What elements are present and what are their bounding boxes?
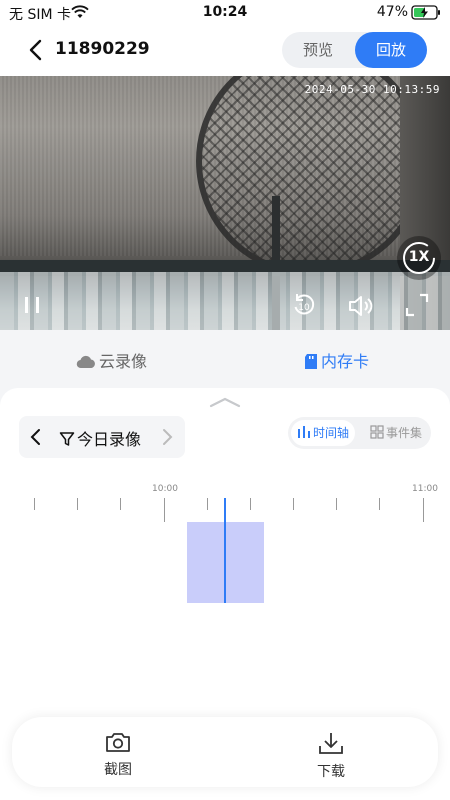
pause-icon[interactable]: [22, 296, 42, 314]
video-player[interactable]: 2024-05-30 10:13:59 1X 10: [0, 76, 450, 330]
timeline-icon: [298, 426, 310, 438]
events-view-tab[interactable]: 事件集: [364, 420, 428, 446]
video-frame-window: [0, 272, 450, 330]
cloud-recording-tab[interactable]: 云录像: [76, 348, 147, 372]
filter-button[interactable]: 今日录像: [59, 426, 141, 450]
filter-label: 今日录像: [77, 430, 142, 449]
previous-day-icon[interactable]: [29, 427, 43, 447]
chevron-up-icon[interactable]: [209, 396, 241, 408]
preview-tab[interactable]: 预览: [282, 32, 354, 68]
next-day-icon[interactable]: [160, 427, 174, 447]
cloud-recording-label: 云录像: [99, 352, 148, 371]
rewind-10-icon[interactable]: 10: [291, 292, 317, 318]
timeline[interactable]: 10:00 11:00: [0, 478, 450, 608]
download-icon: [319, 733, 343, 754]
sd-card-tab[interactable]: 内存卡: [304, 348, 369, 372]
timeline-tick: [423, 498, 424, 522]
battery-charging-icon: [411, 5, 440, 20]
rewind-seconds-label: 10: [298, 303, 310, 313]
date-filter: 今日录像: [19, 416, 185, 458]
video-timestamp: 2024-05-30 10:13:59: [304, 83, 440, 96]
view-mode-toggle: 时间轴 事件集: [288, 417, 431, 449]
volume-icon[interactable]: [347, 294, 375, 318]
timeline-tick: [164, 498, 165, 522]
action-bar: 截图 下载: [12, 717, 438, 787]
timeline-tick: [336, 498, 337, 510]
sd-card-icon: [305, 354, 317, 369]
playhead[interactable]: [224, 498, 226, 603]
snapshot-label: 截图: [104, 762, 132, 778]
fullscreen-icon[interactable]: [404, 292, 430, 318]
events-view-label: 事件集: [386, 426, 423, 440]
timeline-tick: [34, 498, 35, 510]
timeline-label: 11:00: [412, 484, 438, 494]
status-bar: 无 SIM 卡 10:24 47%: [0, 0, 450, 26]
download-label: 下载: [317, 764, 345, 780]
timeline-view-tab[interactable]: 时间轴: [291, 420, 356, 446]
playback-speed-button[interactable]: 1X: [397, 236, 441, 280]
device-title: 11890229: [55, 39, 150, 59]
back-icon[interactable]: [24, 36, 50, 64]
mode-switch: 预览 回放: [282, 32, 427, 68]
playback-speed-label: 1X: [408, 249, 430, 265]
sd-card-label: 内存卡: [321, 352, 370, 371]
timeline-tick: [120, 498, 121, 510]
timeline-tick: [207, 498, 208, 510]
timeline-tick: [77, 498, 78, 510]
grid-icon: [370, 425, 384, 439]
timeline-tick: [379, 498, 380, 510]
storage-source-tabs: 云录像 内存卡: [0, 330, 450, 388]
timeline-label: 10:00: [152, 484, 178, 494]
camera-icon: [106, 733, 130, 752]
download-button[interactable]: 下载: [291, 731, 371, 781]
cloud-icon: [76, 355, 95, 369]
playback-tab[interactable]: 回放: [355, 32, 427, 68]
header: 11890229 预览 回放: [0, 26, 450, 76]
snapshot-button[interactable]: 截图: [78, 731, 158, 779]
filter-icon: [59, 432, 75, 446]
timeline-tick: [293, 498, 294, 510]
timeline-tick: [250, 498, 251, 510]
battery-percent: 47%: [376, 4, 408, 20]
timeline-view-label: 时间轴: [313, 426, 350, 440]
